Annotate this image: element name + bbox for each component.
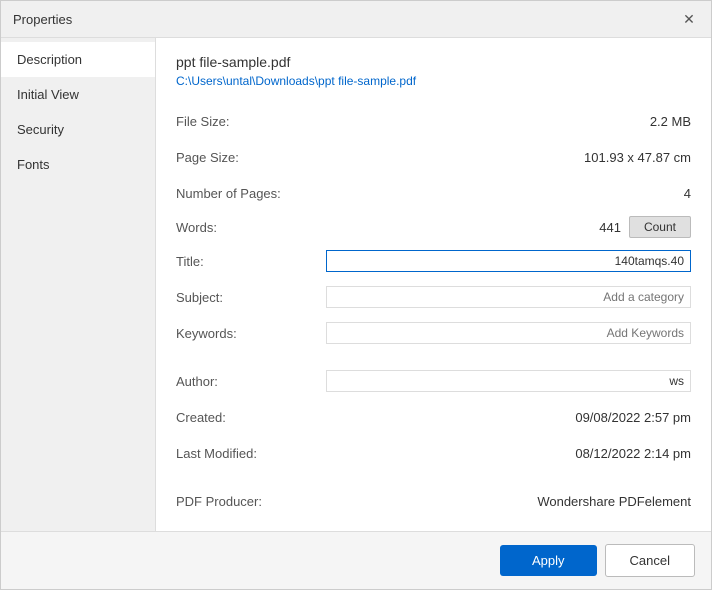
main-content: ppt file-sample.pdf C:\Users\untal\Downl… <box>156 38 711 531</box>
author-input[interactable] <box>326 370 691 392</box>
title-label: Title: <box>176 254 326 269</box>
file-size-label: File Size: <box>176 114 326 129</box>
file-name: ppt file-sample.pdf <box>176 54 691 70</box>
author-row: Author: <box>176 368 691 394</box>
num-pages-label: Number of Pages: <box>176 186 326 201</box>
subject-input[interactable] <box>326 286 691 308</box>
keywords-row: Keywords: <box>176 320 691 346</box>
page-size-value: 101.93 x 47.87 cm <box>326 150 691 165</box>
pdf-producer-row: PDF Producer: Wondershare PDFelement <box>176 488 691 514</box>
pdf-producer-value: Wondershare PDFelement <box>326 494 691 509</box>
sidebar: Description Initial View Security Fonts <box>1 38 156 531</box>
properties-dialog: Properties ✕ Description Initial View Se… <box>0 0 712 590</box>
subject-label: Subject: <box>176 290 326 305</box>
keywords-label: Keywords: <box>176 326 326 341</box>
page-size-row: Page Size: 101.93 x 47.87 cm <box>176 144 691 170</box>
file-size-value: 2.2 MB <box>326 114 691 129</box>
cancel-button[interactable]: Cancel <box>605 544 695 577</box>
author-label: Author: <box>176 374 326 389</box>
words-row: Words: 441 Count <box>176 216 691 238</box>
subject-row: Subject: <box>176 284 691 310</box>
dialog-title: Properties <box>13 12 72 27</box>
page-size-label: Page Size: <box>176 150 326 165</box>
content-area: Description Initial View Security Fonts … <box>1 38 711 531</box>
last-modified-row: Last Modified: 08/12/2022 2:14 pm <box>176 440 691 466</box>
sidebar-item-security[interactable]: Security <box>1 112 155 147</box>
title-input[interactable] <box>326 250 691 272</box>
sidebar-item-description[interactable]: Description <box>1 42 155 77</box>
words-value: 441 <box>326 220 621 235</box>
sidebar-item-initial-view[interactable]: Initial View <box>1 77 155 112</box>
pdf-version-row: PDF Version: 1.7 <box>176 524 691 531</box>
last-modified-label: Last Modified: <box>176 446 326 461</box>
title-row: Title: <box>176 248 691 274</box>
apply-button[interactable]: Apply <box>500 545 597 576</box>
words-label: Words: <box>176 220 326 235</box>
num-pages-value: 4 <box>326 186 691 201</box>
num-pages-row: Number of Pages: 4 <box>176 180 691 206</box>
last-modified-value: 08/12/2022 2:14 pm <box>326 446 691 461</box>
count-button[interactable]: Count <box>629 216 691 238</box>
file-size-row: File Size: 2.2 MB <box>176 108 691 134</box>
created-row: Created: 09/08/2022 2:57 pm <box>176 404 691 430</box>
pdf-producer-label: PDF Producer: <box>176 494 326 509</box>
title-bar: Properties ✕ <box>1 1 711 38</box>
created-value: 09/08/2022 2:57 pm <box>326 410 691 425</box>
close-button[interactable]: ✕ <box>679 9 699 29</box>
file-path[interactable]: C:\Users\untal\Downloads\ppt file-sample… <box>176 74 691 88</box>
sidebar-item-fonts[interactable]: Fonts <box>1 147 155 182</box>
created-label: Created: <box>176 410 326 425</box>
footer: Apply Cancel <box>1 531 711 589</box>
keywords-input[interactable] <box>326 322 691 344</box>
